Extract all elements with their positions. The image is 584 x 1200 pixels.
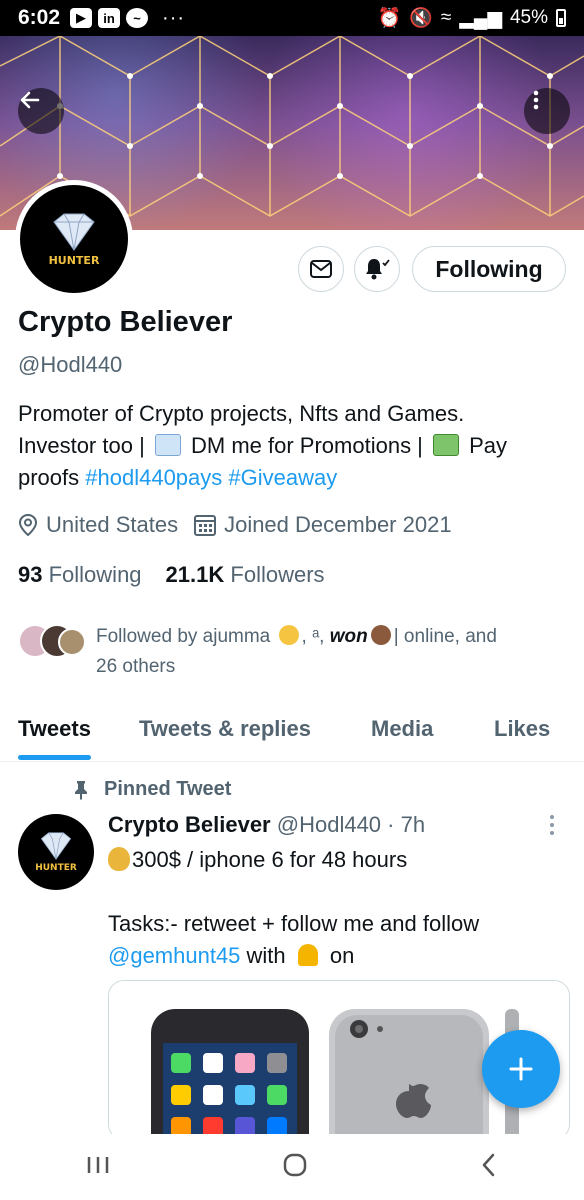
envelope-icon <box>310 260 332 278</box>
following-count: 93 <box>18 562 43 587</box>
signal-icon: ▂▄▆ <box>459 7 502 29</box>
money-icon <box>433 434 460 456</box>
notifications-button[interactable] <box>354 246 400 292</box>
following-button[interactable]: Following <box>412 246 566 292</box>
tweet-avatar[interactable]: HUNTER <box>18 814 94 890</box>
coffee-emoji-icon <box>370 625 391 645</box>
plus-icon <box>509 1057 533 1081</box>
tweet-line2: Tasks:- retweet + follow me and follow <box>108 911 480 936</box>
tab-likes[interactable]: Likes <box>494 700 550 758</box>
avatar <box>58 628 86 656</box>
bio-line2-b: DM me for Promotions | <box>184 433 430 458</box>
more-notifications-icon: ··· <box>162 6 186 29</box>
follower-avatars <box>18 622 90 662</box>
followers-count: 21.1K <box>165 562 225 587</box>
profile-meta: United States Joined December 2021 <box>18 512 468 538</box>
bell-check-icon <box>366 259 390 280</box>
android-nav-bar <box>0 1134 584 1200</box>
messenger-icon: ~ <box>126 8 149 28</box>
pinned-label: Pinned Tweet <box>104 778 232 800</box>
compose-tweet-button[interactable] <box>482 1030 560 1108</box>
message-button[interactable] <box>298 246 344 292</box>
tweet-header: Crypto Believer @Hodl440 · 7h <box>108 812 425 838</box>
profile-handle: @Hodl440 <box>18 352 123 377</box>
tab-tweets-replies[interactable]: Tweets & replies <box>139 700 311 758</box>
vertical-dots-icon <box>550 815 554 835</box>
profile-avatar[interactable]: HUNTER <box>15 180 133 298</box>
followed-by-suffix: | online, and <box>393 626 497 647</box>
joined-date: Joined December 2021 <box>194 512 452 538</box>
back-nav-button[interactable] <box>479 1152 499 1183</box>
location-text: United States <box>46 512 179 537</box>
bio-line1: Promoter of Crypto projects, Nfts and Ga… <box>18 401 465 426</box>
pinned-indicator: Pinned Tweet <box>72 778 231 801</box>
play-icon: ▶ <box>70 8 93 28</box>
chevron-left-icon <box>482 1153 494 1176</box>
tweet-handle-time: @Hodl440 · 7h <box>276 812 426 837</box>
tweet-line3-mid: with <box>240 943 292 968</box>
face-emoji-icon <box>278 625 299 645</box>
profile-bio: Promoter of Crypto projects, Nfts and Ga… <box>18 398 574 494</box>
linkedin-icon: in <box>98 8 121 28</box>
profile-tabs: Tweets Tweets & replies Media Likes <box>0 700 584 762</box>
bio-line2-c: Pay <box>463 433 508 458</box>
followed-by-others: 26 others <box>96 656 176 677</box>
home-icon <box>283 1153 307 1176</box>
follow-counts: 93 Following 21.1K Followers <box>18 562 325 588</box>
following-label: Following <box>48 562 142 587</box>
pin-icon <box>75 780 87 800</box>
followed-by[interactable]: Followed by ajumma , ᵃ, won | online, and… <box>18 622 566 682</box>
diamond-icon <box>40 832 72 860</box>
tweet-more-button[interactable] <box>548 814 556 841</box>
tweet-avatar-text: HUNTER <box>35 863 77 873</box>
tweet-line1-text: 300$ / iphone 6 for 48 hours <box>132 847 408 872</box>
tab-tweets[interactable]: Tweets <box>18 700 91 760</box>
joined-text: Joined December 2021 <box>224 512 452 537</box>
mention-gemhunt45[interactable]: @gemhunt45 <box>108 943 240 968</box>
recent-apps-icon <box>88 1156 109 1173</box>
status-time: 6:02 <box>18 6 61 29</box>
vertical-dots-icon <box>533 90 539 110</box>
hashtag-hodl440pays[interactable]: #hodl440pays <box>85 465 222 490</box>
battery-icon <box>556 9 566 27</box>
tweet-text: 300$ / iphone 6 for 48 hours Tasks:- ret… <box>108 844 568 972</box>
recent-apps-button[interactable] <box>85 1153 111 1182</box>
avatar-text: HUNTER <box>48 253 100 267</box>
following-count-link[interactable]: 93 Following <box>18 562 142 588</box>
bio-line3: proofs <box>18 465 86 490</box>
wifi-icon: ≈ <box>440 7 452 28</box>
followed-by-text: Followed by ajumma , ᵃ, won | online, and… <box>96 622 566 682</box>
tweet-line3-end: on <box>323 943 355 968</box>
mute-icon: 🔇 <box>409 8 433 29</box>
status-bar: 6:02 ▶ in ~ ··· ⏰ 🔇 ≈ ▂▄▆ 45% <box>0 0 584 36</box>
followers-count-link[interactable]: 21.1K Followers <box>166 562 325 588</box>
tab-media[interactable]: Media <box>371 700 433 758</box>
more-options-button[interactable] <box>524 88 570 134</box>
calendar-icon <box>194 515 217 536</box>
incoming-envelope-icon <box>154 434 181 456</box>
display-name: Crypto Believer <box>18 306 233 338</box>
battery-percent: 45% <box>509 7 548 28</box>
tweet-line1: 300$ / iphone 6 for 48 hours <box>108 844 568 876</box>
diamond-icon <box>53 213 95 251</box>
followed-by-won: won <box>329 626 368 647</box>
alarm-icon: ⏰ <box>377 8 402 29</box>
bio-line2-a: Investor too | <box>18 433 151 458</box>
followed-by-prefix: Followed by ajumma <box>96 626 271 647</box>
money-bag-icon <box>108 847 130 871</box>
tweet-spacer <box>108 876 568 908</box>
back-button[interactable] <box>18 88 64 134</box>
back-arrow-icon <box>20 91 40 109</box>
avatar-image: HUNTER <box>20 185 128 293</box>
hashtag-giveaway[interactable]: #Giveaway <box>228 465 337 490</box>
tweet-author[interactable]: Crypto Believer <box>108 812 271 837</box>
tweet-line3: @gemhunt45 with on <box>108 940 568 972</box>
location-pin-icon <box>18 514 38 536</box>
location: United States <box>18 512 178 538</box>
followers-label: Followers <box>230 562 325 587</box>
bell-emoji-icon <box>297 944 318 966</box>
followed-by-mid: , ᵃ, <box>301 626 330 647</box>
status-right: ⏰ 🔇 ≈ ▂▄▆ 45% <box>377 6 566 30</box>
home-button[interactable] <box>282 1152 308 1183</box>
